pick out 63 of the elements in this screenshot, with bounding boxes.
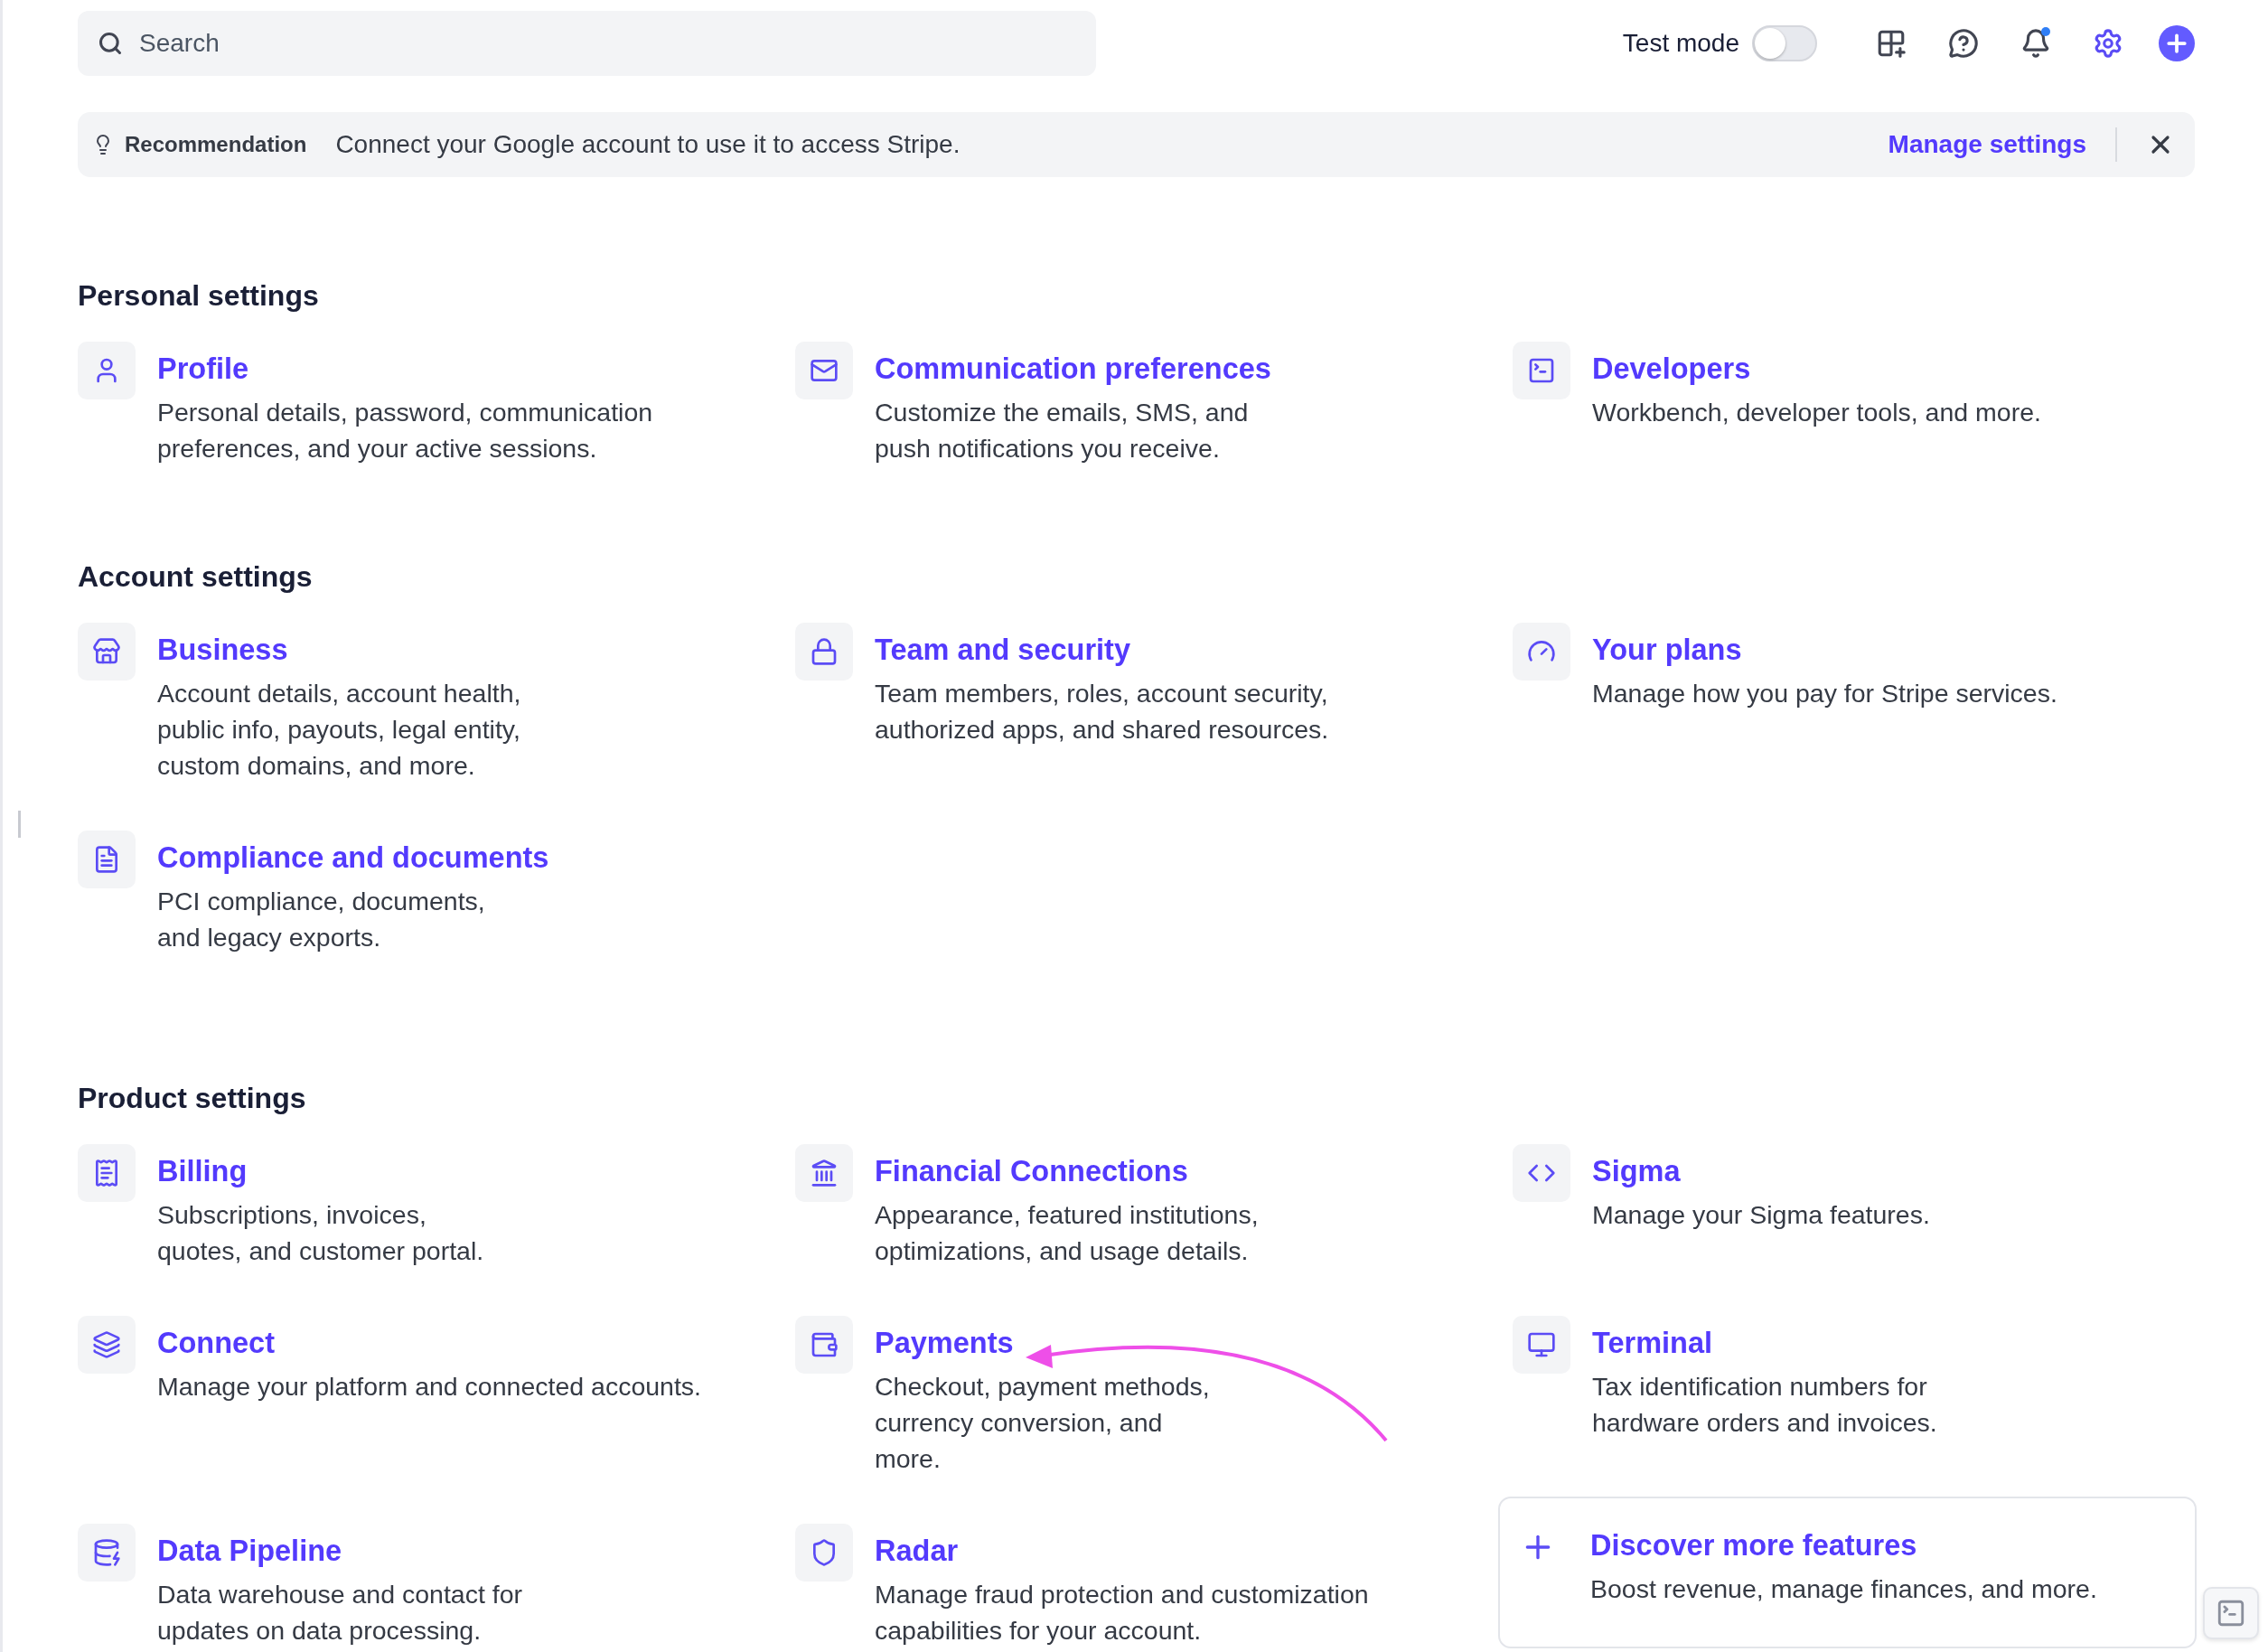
- settings-link[interactable]: Compliance and documents: [157, 841, 549, 874]
- settings-description: Customize the emails, SMS, and push notifications you receive.: [875, 397, 1250, 465]
- settings-description: Manage how you pay for Stripe services.: [1592, 678, 2057, 709]
- monitor-icon: [1513, 1316, 1570, 1374]
- discover-card[interactable]: Discover more features Boost revenue, manage finances, and more.: [1498, 1497, 2197, 1648]
- document-icon: [78, 831, 136, 888]
- lock-icon: [795, 623, 853, 681]
- settings-description: Tax identification numbers for hardware orders and invoices.: [1592, 1371, 1938, 1439]
- settings-description: Manage your Sigma features.: [1592, 1199, 1930, 1231]
- terminal-icon: [2216, 1598, 2246, 1629]
- settings-description: Manage fraud protection and customization capabilities for your account.: [875, 1579, 1370, 1647]
- terminal-icon: [1513, 342, 1570, 399]
- settings-link[interactable]: Team and security: [875, 634, 1130, 666]
- section-heading: Product settings: [78, 1082, 307, 1115]
- settings-description: Workbench, developer tools, and more.: [1592, 397, 2041, 428]
- settings-link[interactable]: Financial Connections: [875, 1155, 1188, 1187]
- search-input[interactable]: Search: [137, 28, 1076, 59]
- manage-settings-link[interactable]: Manage settings: [1888, 127, 2117, 162]
- settings-description: Team members, roles, account security, authorized apps, and shared resources.: [875, 678, 1330, 746]
- gauge-icon: [1513, 623, 1570, 681]
- banner-label: Recommendation: [125, 132, 307, 157]
- settings-description: Personal details, password, communication preferences, and your active sessions.: [157, 397, 654, 465]
- storefront-icon: [78, 623, 136, 681]
- settings-link[interactable]: Profile: [157, 352, 249, 385]
- bank-icon: [795, 1144, 853, 1202]
- settings-link[interactable]: Radar: [875, 1535, 959, 1567]
- banner-message: Connect your Google account to use it to access Stripe.: [335, 130, 961, 159]
- settings-link[interactable]: Connect: [157, 1327, 275, 1359]
- settings-description: Manage your platform and connected accounts.: [157, 1371, 702, 1403]
- test-mode-toggle[interactable]: [1752, 25, 1817, 61]
- resize-handle[interactable]: [18, 811, 21, 838]
- settings-link[interactable]: Billing: [157, 1155, 248, 1187]
- settings-description: Data warehouse and contact for updates on data processing.: [157, 1579, 523, 1647]
- settings-link[interactable]: Communication preferences: [875, 352, 1271, 385]
- database-icon: [78, 1524, 136, 1582]
- code-icon: [1513, 1144, 1570, 1202]
- settings-link[interactable]: Developers: [1592, 352, 1751, 385]
- envelope-icon: [795, 342, 853, 399]
- person-icon: [78, 342, 136, 399]
- settings-link[interactable]: Your plans: [1592, 634, 1742, 666]
- settings-description: PCI compliance, documents, and legacy exports.: [157, 886, 486, 953]
- settings-link[interactable]: Data Pipeline: [157, 1535, 342, 1567]
- layers-icon: [78, 1316, 136, 1374]
- shield-icon: [795, 1524, 853, 1582]
- settings-link[interactable]: Business: [157, 634, 288, 666]
- settings-description: Appearance, featured institutions, optimizations, and usage details.: [875, 1199, 1260, 1267]
- wallet-icon: [795, 1316, 853, 1374]
- receipt-icon: [78, 1144, 136, 1202]
- test-mode-label: Test mode: [1622, 29, 1739, 58]
- section-heading: Account settings: [78, 560, 314, 594]
- terminal-button[interactable]: [2203, 1587, 2259, 1639]
- settings-description: Boost revenue, manage finances, and more.: [1590, 1573, 2097, 1605]
- search-icon: [98, 31, 123, 56]
- search-field[interactable]: Search: [78, 11, 1096, 76]
- settings-description: Account details, account health, public info, payouts, legal entity, custom domains, and more.: [157, 678, 522, 782]
- section-heading: Personal settings: [78, 279, 320, 313]
- settings-link[interactable]: Discover more features: [1590, 1529, 1917, 1562]
- settings-link[interactable]: Sigma: [1592, 1155, 1681, 1187]
- create-button[interactable]: [2159, 25, 2195, 61]
- settings-description: Subscriptions, invoices, quotes, and customer portal.: [157, 1199, 485, 1267]
- settings-link[interactable]: Payments: [875, 1327, 1014, 1359]
- settings-description: Checkout, payment methods, currency conversion, and more.: [875, 1371, 1211, 1475]
- settings-link[interactable]: Terminal: [1592, 1327, 1713, 1359]
